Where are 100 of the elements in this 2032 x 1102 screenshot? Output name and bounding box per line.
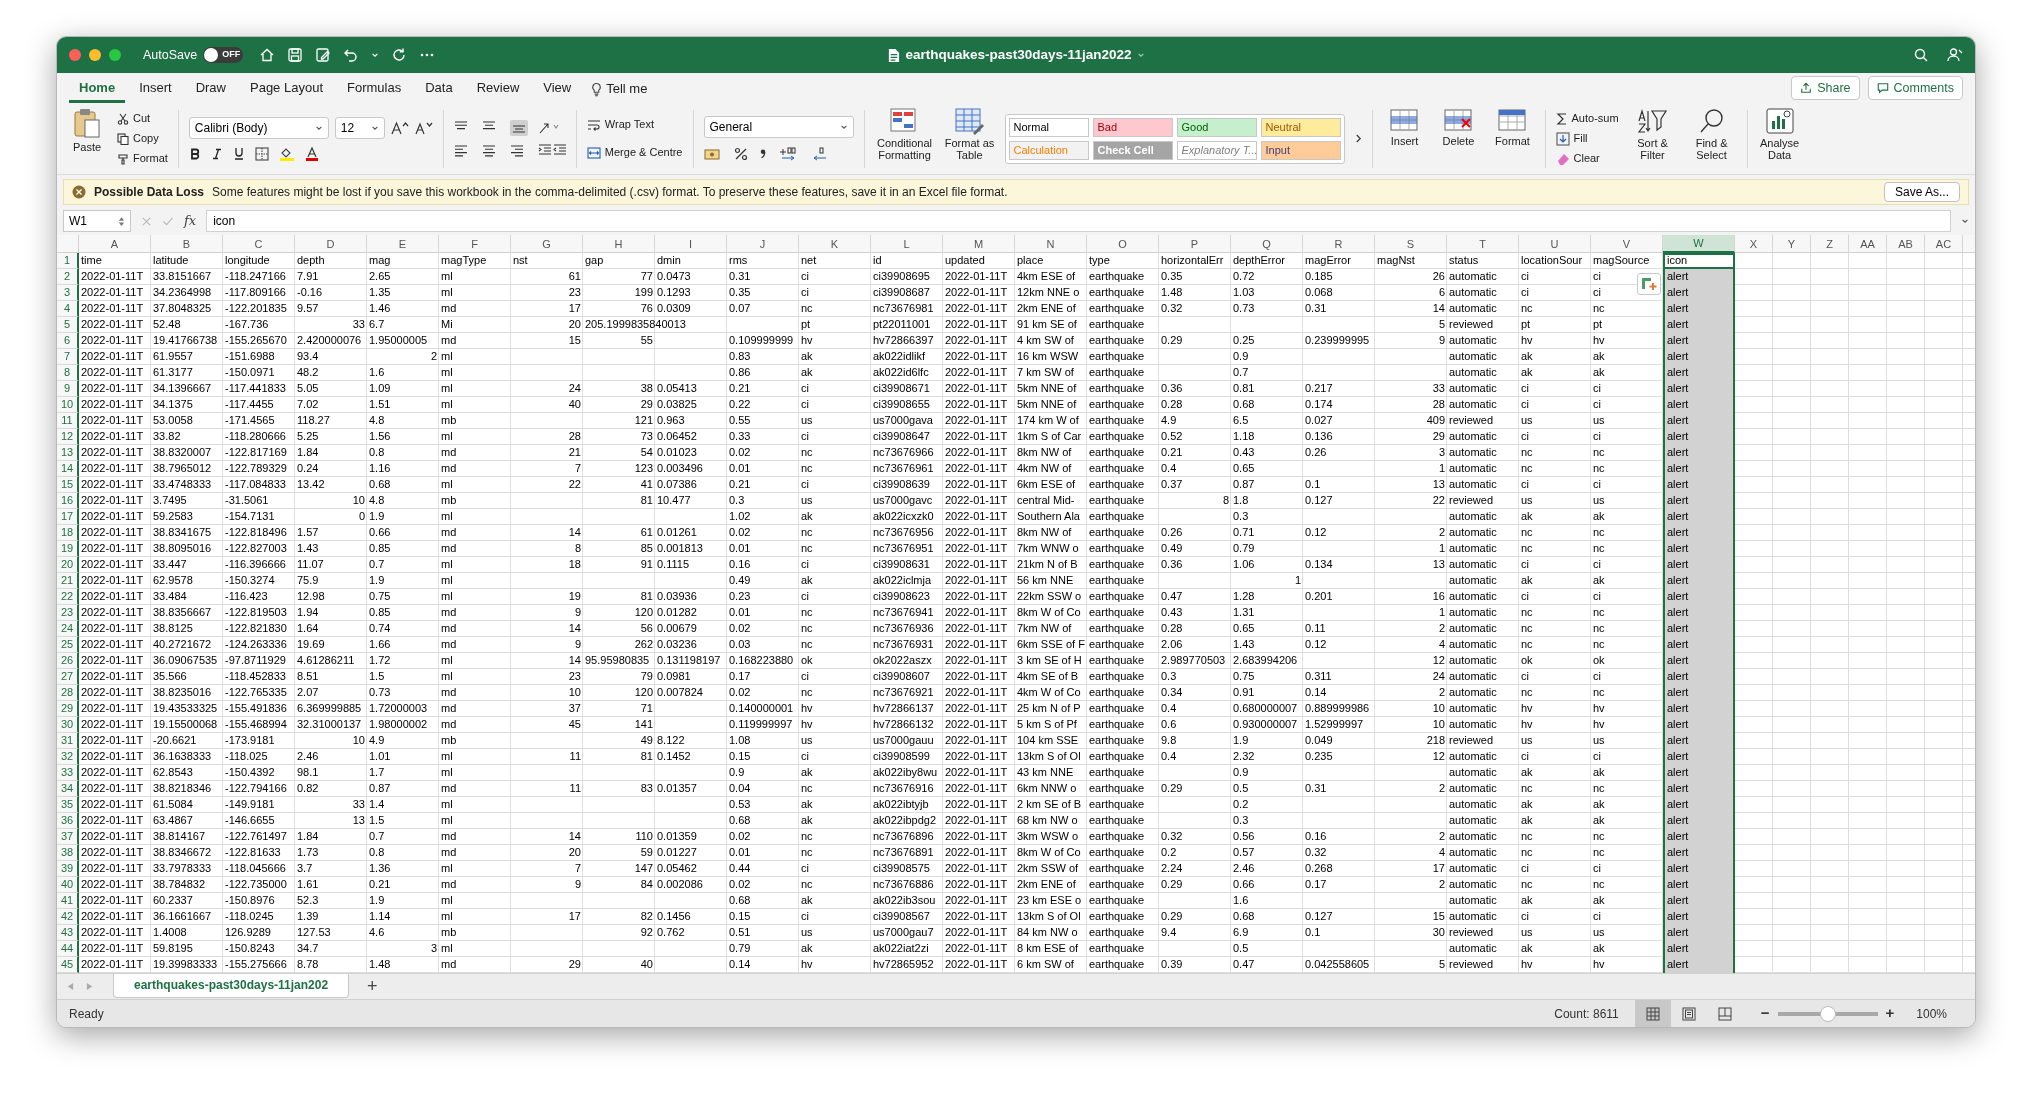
spreadsheet-cell[interactable]: ak xyxy=(1519,765,1591,781)
spreadsheet-cell[interactable]: 120 xyxy=(583,605,655,621)
row-header[interactable]: 32 xyxy=(57,749,79,765)
spreadsheet-cell[interactable]: nc73676956 xyxy=(871,525,943,541)
number-format-dropdown[interactable]: General xyxy=(703,115,854,138)
spreadsheet-cell[interactable]: nc xyxy=(1591,621,1663,637)
spreadsheet-cell[interactable]: 1 xyxy=(1375,541,1447,557)
align-right-icon[interactable] xyxy=(509,143,524,158)
spreadsheet-cell[interactable]: automatic xyxy=(1447,861,1519,877)
spreadsheet-cell[interactable]: 81 xyxy=(583,493,655,509)
spreadsheet-cell[interactable]: 2022-01-11T xyxy=(79,669,151,685)
spreadsheet-cell[interactable]: 2022-01-11T xyxy=(79,717,151,733)
name-box[interactable]: W1 xyxy=(63,210,131,232)
spreadsheet-cell[interactable]: 62.9578 xyxy=(151,573,223,589)
spreadsheet-cell[interactable]: 2km ENE of xyxy=(1015,877,1087,893)
spreadsheet-cell[interactable]: earthquake xyxy=(1087,301,1159,317)
spreadsheet-cell[interactable]: -150.0971 xyxy=(223,365,295,381)
spreadsheet-cell[interactable]: 2022-01-11T xyxy=(79,813,151,829)
spreadsheet-cell[interactable]: 2022-01-11T xyxy=(943,653,1015,669)
spreadsheet-cell[interactable]: 14 xyxy=(511,525,583,541)
spreadsheet-cell[interactable]: 0 xyxy=(295,509,367,525)
spreadsheet-cell[interactable]: Mi xyxy=(439,317,511,333)
spreadsheet-cell[interactable]: 5km NNE of xyxy=(1015,397,1087,413)
spreadsheet-cell[interactable]: 0.32 xyxy=(1159,829,1231,845)
spreadsheet-cell[interactable]: 5 km S of Pf xyxy=(1015,717,1087,733)
spreadsheet-cell[interactable]: 0.06452 xyxy=(655,429,727,445)
spreadsheet-cell[interactable]: hv72866397 xyxy=(871,333,943,349)
spreadsheet-cell[interactable]: 0.9 xyxy=(727,765,799,781)
spreadsheet-cell[interactable]: automatic xyxy=(1447,653,1519,669)
spreadsheet-cell[interactable]: earthquake xyxy=(1087,845,1159,861)
spreadsheet-cell[interactable]: alert xyxy=(1663,413,1735,429)
spreadsheet-cell[interactable]: ml xyxy=(439,765,511,781)
spreadsheet-cell[interactable]: pt xyxy=(799,317,871,333)
comma-style-icon[interactable] xyxy=(759,147,766,160)
spreadsheet-cell[interactable]: 6km NNW o xyxy=(1015,781,1087,797)
spreadsheet-cell[interactable]: 0.75 xyxy=(367,589,439,605)
spreadsheet-cell[interactable]: 5km NNE of xyxy=(1015,381,1087,397)
spreadsheet-cell[interactable]: hv xyxy=(799,717,871,733)
spreadsheet-cell[interactable]: 1.35 xyxy=(367,285,439,301)
spreadsheet-cell[interactable]: ml xyxy=(439,285,511,301)
share-button[interactable]: Share xyxy=(1791,76,1860,100)
spreadsheet-cell[interactable]: earthquake xyxy=(1087,637,1159,653)
spreadsheet-cell[interactable]: 38.8320007 xyxy=(151,445,223,461)
spreadsheet-cell[interactable]: 1.14 xyxy=(367,909,439,925)
spreadsheet-cell[interactable]: 0.131198197 xyxy=(655,653,727,669)
spreadsheet-cell[interactable]: 2.46 xyxy=(1231,861,1303,877)
spreadsheet-cell[interactable]: 0.6 xyxy=(1159,717,1231,733)
row-header[interactable]: 20 xyxy=(57,557,79,573)
spreadsheet-cell[interactable]: 1.36 xyxy=(367,861,439,877)
spreadsheet-cell[interactable]: ml xyxy=(439,397,511,413)
spreadsheet-cell[interactable]: 1.84 xyxy=(295,445,367,461)
column-header[interactable]: Q xyxy=(1231,235,1303,253)
spreadsheet-cell[interactable]: automatic xyxy=(1447,701,1519,717)
spreadsheet-cell[interactable]: 0.68 xyxy=(367,477,439,493)
spreadsheet-cell[interactable]: 21 xyxy=(511,445,583,461)
spreadsheet-cell[interactable]: ak xyxy=(1591,893,1663,909)
row-header[interactable]: 6 xyxy=(57,333,79,349)
spreadsheet-cell[interactable]: ml xyxy=(439,381,511,397)
spreadsheet-cell[interactable]: -122.761497 xyxy=(223,829,295,845)
spreadsheet-cell[interactable]: ci xyxy=(799,397,871,413)
spreadsheet-cell[interactable]: earthquake xyxy=(1087,653,1159,669)
spreadsheet-cell[interactable]: 2022-01-11T xyxy=(79,477,151,493)
insert-cells-button[interactable]: Insert xyxy=(1382,106,1427,171)
spreadsheet-cell[interactable]: us7000gau7 xyxy=(871,925,943,941)
spreadsheet-cell[interactable]: us7000gauu xyxy=(871,733,943,749)
spreadsheet-cell[interactable]: alert xyxy=(1663,909,1735,925)
spreadsheet-cell[interactable]: 2022-01-11T xyxy=(943,397,1015,413)
spreadsheet-cell[interactable]: ml xyxy=(439,861,511,877)
spreadsheet-cell[interactable]: 5 xyxy=(1375,957,1447,973)
spreadsheet-cell[interactable]: 0.85 xyxy=(367,541,439,557)
spreadsheet-cell[interactable]: 0.311 xyxy=(1303,669,1375,685)
spreadsheet-cell[interactable]: md xyxy=(439,717,511,733)
spreadsheet-cell[interactable]: ci xyxy=(799,861,871,877)
spreadsheet-cell[interactable]: alert xyxy=(1663,509,1735,525)
spreadsheet-cell[interactable]: 2022-01-11T xyxy=(79,893,151,909)
underline-icon[interactable] xyxy=(232,147,245,160)
spreadsheet-cell[interactable]: ci xyxy=(1519,589,1591,605)
spreadsheet-cell[interactable]: alert xyxy=(1663,845,1735,861)
spreadsheet-cell[interactable]: 5.05 xyxy=(295,381,367,397)
spreadsheet-cell[interactable]: 8km W of Co xyxy=(1015,605,1087,621)
spreadsheet-cell[interactable]: nc xyxy=(1591,845,1663,861)
spreadsheet-cell[interactable]: 8.51 xyxy=(295,669,367,685)
spreadsheet-cell[interactable]: automatic xyxy=(1447,429,1519,445)
spreadsheet-cell[interactable]: ak xyxy=(1519,797,1591,813)
spreadsheet-cell[interactable]: nc73676951 xyxy=(871,541,943,557)
spreadsheet-cell[interactable]: 0.74 xyxy=(367,621,439,637)
spreadsheet-cell[interactable]: locationSour xyxy=(1519,253,1591,269)
spreadsheet-cell[interactable]: 37.8048325 xyxy=(151,301,223,317)
spreadsheet-cell[interactable]: ak xyxy=(799,813,871,829)
cell-style-button[interactable]: Good xyxy=(1176,117,1257,137)
spreadsheet-cell[interactable]: 0.185 xyxy=(1303,269,1375,285)
spreadsheet-cell[interactable]: 0.01261 xyxy=(655,525,727,541)
spreadsheet-cell[interactable]: earthquake xyxy=(1087,621,1159,637)
spreadsheet-cell[interactable]: alert xyxy=(1663,733,1735,749)
spreadsheet-cell[interactable]: automatic xyxy=(1447,909,1519,925)
spreadsheet-cell[interactable]: 0.127 xyxy=(1303,909,1375,925)
spreadsheet-cell[interactable]: 4km SE of B xyxy=(1015,669,1087,685)
spreadsheet-cell[interactable]: nc73676941 xyxy=(871,605,943,621)
spreadsheet-cell[interactable]: 262 xyxy=(583,637,655,653)
copy-button[interactable]: Copy xyxy=(117,128,168,149)
